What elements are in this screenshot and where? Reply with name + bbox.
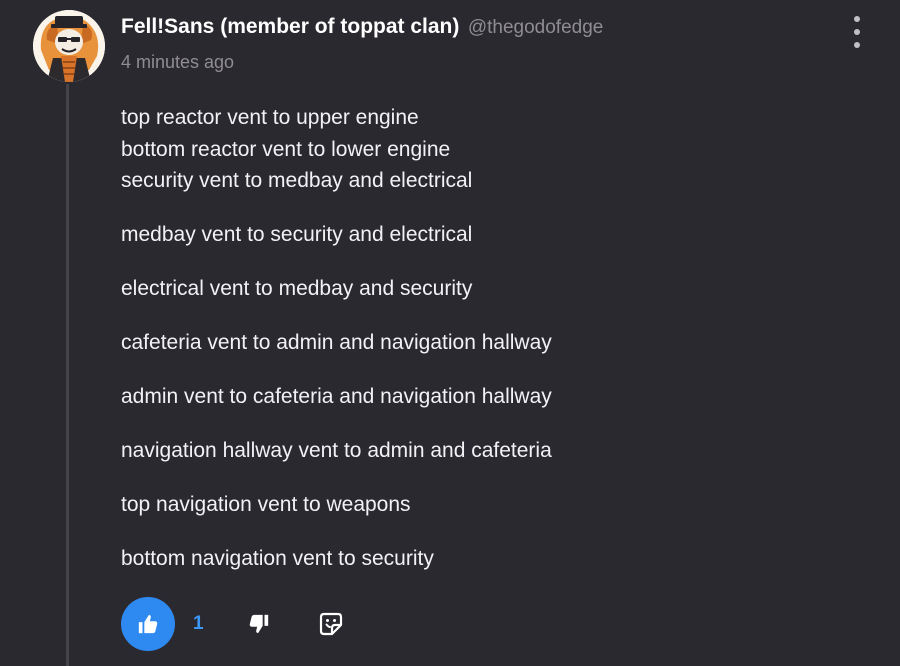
more-vertical-icon-dot: [854, 42, 860, 48]
comment-paragraph: admin vent to cafeteria and navigation h…: [121, 381, 861, 413]
comment-paragraph: navigation hallway vent to admin and caf…: [121, 435, 861, 467]
comment-paragraph: cafeteria vent to admin and navigation h…: [121, 327, 861, 359]
comment-paragraph: bottom navigation vent to security: [121, 543, 861, 575]
comment-paragraph: electrical vent to medbay and security: [121, 273, 861, 305]
thumbs-up-icon: [138, 614, 158, 634]
dislike-button[interactable]: [239, 604, 279, 644]
timestamp: 4 minutes ago: [121, 52, 235, 72]
comment-text-line: medbay vent to security and electrical: [121, 223, 473, 246]
comment-text-line: security vent to medbay and electrical: [121, 169, 473, 192]
comment-header: Fell!Sans (member of toppat clan) @thego…: [121, 15, 603, 39]
comment-text-line: admin vent to cafeteria and navigation h…: [121, 385, 552, 408]
more-vertical-icon: [854, 16, 860, 22]
more-vertical-icon-dot: [854, 29, 860, 35]
like-button[interactable]: [121, 597, 175, 651]
comment-text-line: top reactor vent to upper engine: [121, 106, 419, 129]
sticker-smile-icon: [319, 612, 343, 636]
comment-paragraph: top reactor vent to upper engine bottom r…: [121, 102, 861, 197]
avatar-image: [33, 10, 105, 82]
comment-text-line: bottom reactor vent to lower engine: [121, 137, 451, 161]
comment-text-line: navigation hallway vent to admin and caf…: [121, 439, 552, 462]
thread-line: [66, 84, 69, 666]
comment-card: Fell!Sans (member of toppat clan) @thego…: [0, 0, 900, 666]
comment-text-line: cafeteria vent to admin and navigation h…: [121, 331, 552, 354]
thumbs-down-icon: [249, 614, 269, 634]
comment-paragraph: medbay vent to security and electrical: [121, 219, 861, 251]
user-handle[interactable]: @thegodofedge: [468, 17, 604, 38]
comment-body: top reactor vent to upper engine bottom r…: [121, 102, 861, 597]
comment-text-line: top navigation vent to weapons: [121, 493, 411, 516]
username[interactable]: Fell!Sans (member of toppat clan): [121, 15, 459, 38]
comment-paragraph: top navigation vent to weapons: [121, 489, 861, 521]
comment-text-line: bottom navigation vent to security: [121, 547, 434, 570]
comment-actions: 1: [121, 597, 351, 651]
like-count: 1: [193, 613, 204, 634]
more-options-button[interactable]: [845, 16, 869, 48]
comment-text-line: electrical vent to medbay and security: [121, 277, 473, 300]
reaction-button[interactable]: [311, 604, 351, 644]
avatar[interactable]: [33, 10, 105, 82]
